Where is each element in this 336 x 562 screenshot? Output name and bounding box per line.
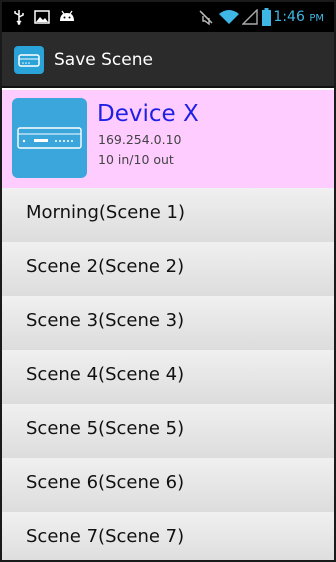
battery-icon [262, 8, 271, 26]
device-ip: 169.254.0.10 [98, 132, 182, 147]
clock-time: 1:46 [273, 9, 305, 25]
usb-icon [12, 8, 26, 26]
scene-item-3[interactable]: Scene 3(Scene 3) [2, 296, 334, 351]
scene-item-7[interactable]: Scene 7(Scene 7) [2, 512, 334, 560]
wifi-icon [218, 8, 240, 26]
device-header: Device X 169.254.0.10 10 in/10 out [2, 90, 334, 188]
android-icon [58, 8, 76, 26]
scene-label: Scene 7(Scene 7) [26, 526, 185, 547]
scene-label: Scene 2(Scene 2) [26, 256, 185, 277]
device-name: Device X [97, 101, 199, 127]
scene-item-2[interactable]: Scene 2(Scene 2) [2, 242, 334, 297]
phone-frame: 1:46 PM Save Scene Device X 169.254.0.10… [0, 0, 336, 562]
device-io: 10 in/10 out [98, 152, 174, 167]
scene-label: Scene 6(Scene 6) [26, 472, 185, 493]
status-bar: 1:46 PM [2, 2, 334, 32]
scene-list[interactable]: Morning(Scene 1) Scene 2(Scene 2) Scene … [2, 188, 334, 560]
device-icon [12, 98, 87, 178]
clock-ampm: PM [309, 13, 324, 24]
scene-item-5[interactable]: Scene 5(Scene 5) [2, 404, 334, 459]
scene-item-1[interactable]: Morning(Scene 1) [2, 188, 334, 243]
signal-icon [242, 8, 258, 26]
scene-label: Scene 3(Scene 3) [26, 310, 185, 331]
scene-label: Morning(Scene 1) [26, 202, 185, 223]
action-bar-title: Save Scene [54, 50, 153, 70]
scene-label: Scene 4(Scene 4) [26, 364, 185, 385]
scene-label: Scene 5(Scene 5) [26, 418, 185, 439]
scene-item-4[interactable]: Scene 4(Scene 4) [2, 350, 334, 405]
mute-icon [198, 8, 214, 26]
app-device-icon[interactable] [14, 46, 44, 74]
image-icon [34, 8, 50, 26]
scene-item-6[interactable]: Scene 6(Scene 6) [2, 458, 334, 513]
action-bar: Save Scene [2, 32, 334, 88]
clock: 1:46 PM [273, 8, 324, 28]
